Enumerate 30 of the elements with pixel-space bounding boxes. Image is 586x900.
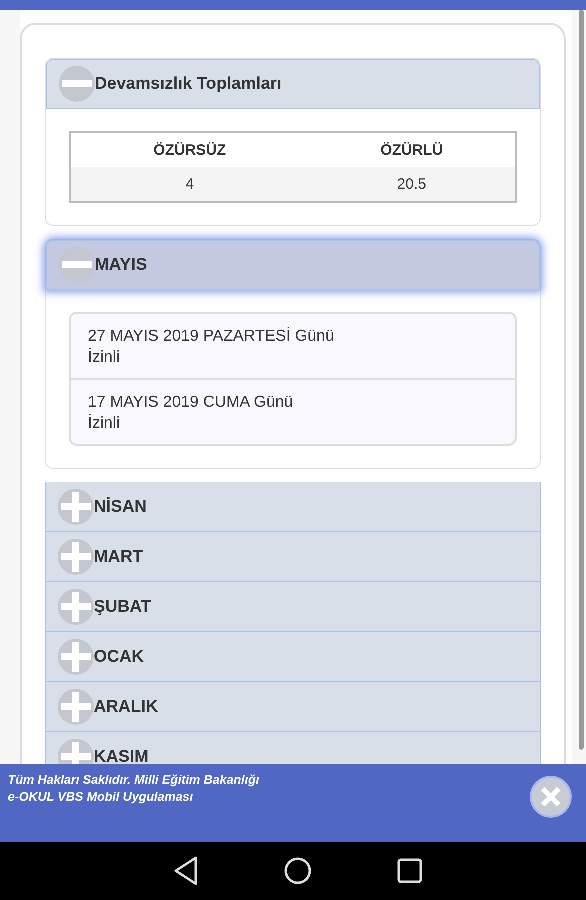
section-header[interactable]: MART: [45, 532, 541, 582]
plus-icon: [58, 688, 94, 724]
recents-icon[interactable]: [397, 858, 424, 884]
table-cell: 20.5: [308, 167, 516, 202]
section-header[interactable]: MAYIS: [46, 240, 540, 290]
absence-status: İzinli: [88, 347, 120, 368]
absence-status: İzinli: [88, 413, 120, 434]
close-button[interactable]: [530, 776, 572, 818]
section-header[interactable]: KASIM: [45, 732, 541, 764]
section-header[interactable]: ŞUBAT: [45, 582, 541, 632]
footer-text: Tüm Hakları Saklıdır. Milli Eğitim Bakanlığı e-OKUL VBS Mobil Uygulaması: [8, 772, 260, 806]
section-header[interactable]: ARALIK: [45, 682, 541, 732]
plus-icon: [58, 538, 94, 574]
column-header: ÖZÜRSÜZ: [70, 132, 309, 167]
column-header: ÖZÜRLÜ: [308, 132, 516, 167]
absence-date: 17 MAYIS 2019 CUMA Günü: [88, 393, 294, 413]
scrollbar[interactable]: [579, 10, 584, 750]
absence-date: 27 MAYIS 2019 PAZARTESİ Günü: [88, 326, 334, 347]
close-icon: [540, 786, 562, 808]
table-cell: 4: [70, 167, 309, 202]
section-header[interactable]: Devamsızlık Toplamları: [46, 59, 540, 109]
back-icon[interactable]: [172, 856, 199, 886]
minus-icon: [59, 247, 95, 283]
plus-icon: [58, 638, 94, 674]
home-icon[interactable]: [284, 857, 312, 885]
section-header[interactable]: OCAK: [45, 632, 541, 682]
plus-icon: [58, 588, 94, 624]
minus-icon: [59, 66, 95, 102]
plus-icon: [58, 488, 94, 524]
section-header[interactable]: NİSAN: [45, 482, 541, 532]
